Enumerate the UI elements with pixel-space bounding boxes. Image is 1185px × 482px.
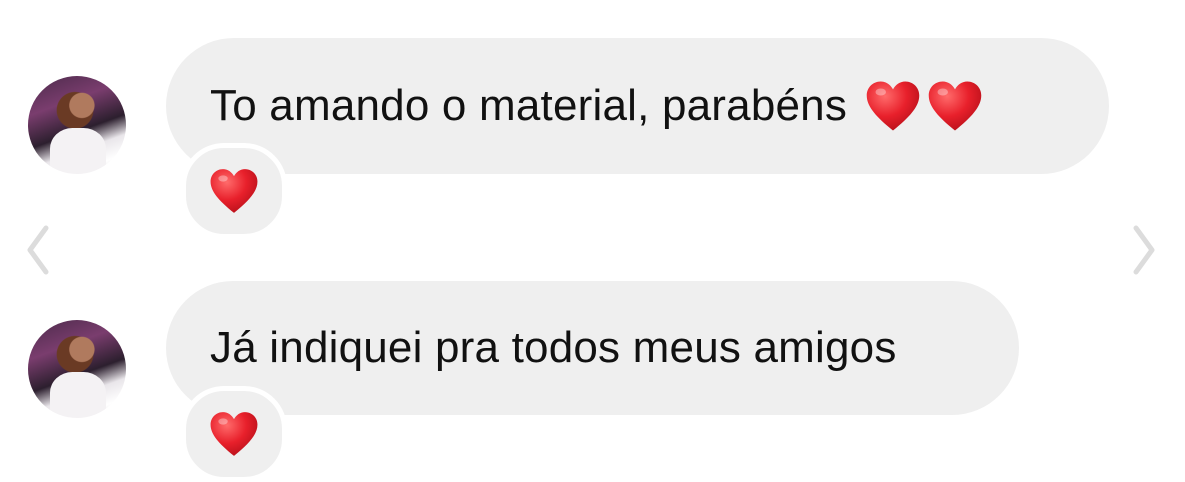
heart-icon xyxy=(209,166,259,216)
heart-reaction[interactable] xyxy=(181,143,287,239)
message-text: To amando o material, parabéns xyxy=(210,81,848,130)
sender-avatar[interactable] xyxy=(28,320,126,418)
heart-icon xyxy=(209,409,259,459)
chevron-right-icon[interactable] xyxy=(1128,220,1162,280)
sender-avatar[interactable] xyxy=(28,76,126,174)
heart-emoji xyxy=(927,78,983,134)
heart-emoji xyxy=(865,78,921,134)
heart-reaction[interactable] xyxy=(181,386,287,482)
chevron-left-icon[interactable] xyxy=(20,220,54,280)
message-text: Já indiquei pra todos meus amigos xyxy=(210,323,897,372)
message-bubble[interactable]: To amando o material, parabéns xyxy=(166,38,1109,174)
message-bubble[interactable]: Já indiquei pra todos meus amigos xyxy=(166,281,1019,415)
